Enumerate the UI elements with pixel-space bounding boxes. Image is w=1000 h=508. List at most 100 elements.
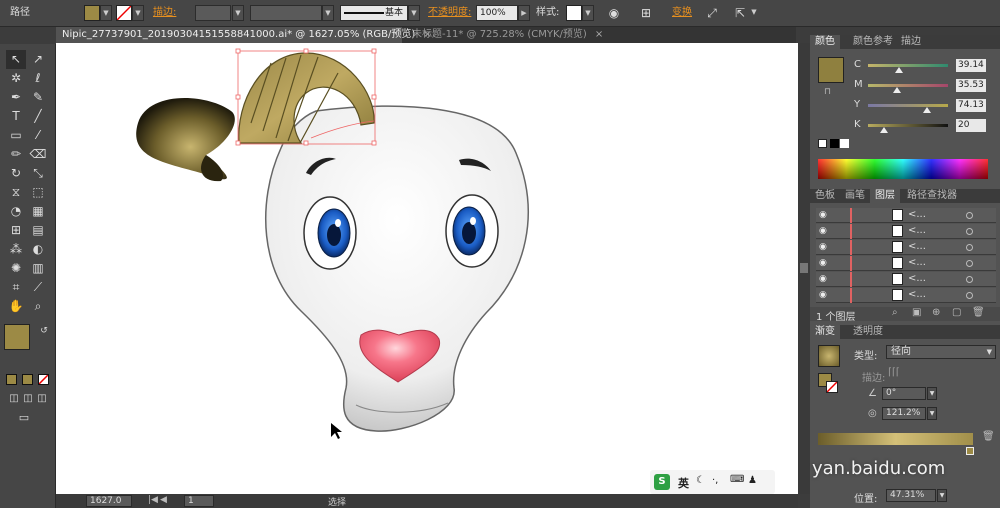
layer-row[interactable]: ◉ <... (816, 240, 996, 255)
perspective-grid-tool-icon[interactable]: ▦ (28, 202, 48, 221)
gradient-slider[interactable] (818, 433, 973, 445)
eye-icon[interactable]: ◉ (819, 258, 827, 268)
cyan-value[interactable]: 39.14 (956, 59, 986, 72)
symbol-sprayer-tool-icon[interactable]: ✺ (6, 259, 26, 278)
color-mode-button[interactable] (6, 374, 17, 385)
tab-brushes[interactable]: 画笔 (840, 189, 870, 203)
magenta-slider-handle[interactable] (892, 87, 901, 93)
pen-tool-icon[interactable]: ✒ (6, 88, 26, 107)
goat-head[interactable] (265, 105, 529, 432)
tab-pathfinder[interactable]: 路径查找器 (902, 189, 962, 203)
rotate-tool-icon[interactable]: ↻ (6, 164, 26, 183)
opacity-arrow[interactable]: ▶ (518, 5, 530, 21)
moon-icon[interactable]: ☾ (696, 475, 705, 486)
gradient-stroke-chip[interactable] (826, 381, 838, 393)
artboard-tool-icon[interactable]: ⌗ (6, 278, 26, 297)
gradient-stop[interactable] (966, 447, 974, 455)
stroke-gradient-options-icon[interactable]: ⌈⌈⌈ (888, 367, 900, 378)
hand-tool-icon[interactable]: ✋ (6, 297, 26, 316)
stroke-label[interactable]: 描边: (153, 5, 176, 21)
vertical-scroll-thumb[interactable] (800, 263, 808, 273)
zoom-tool-icon[interactable]: ⌕ (28, 297, 48, 316)
magenta-value[interactable]: 35.53 (956, 79, 986, 92)
tab-color[interactable]: 颜色 (810, 35, 840, 49)
page-field[interactable]: 1 (184, 495, 214, 507)
type-tool-icon[interactable]: T (6, 107, 26, 126)
stroke-swatch[interactable] (116, 5, 132, 21)
screen-mode-icon[interactable]: ▭ (14, 408, 34, 427)
yellow-slider[interactable] (868, 104, 948, 113)
ime-language-toggle[interactable]: 英 (678, 475, 689, 491)
delete-layer-icon[interactable]: 🗑 (972, 307, 985, 318)
first-page-icon[interactable]: |◀ (148, 495, 158, 505)
tab-layers[interactable]: 图层 (870, 189, 900, 203)
fill-swatch[interactable] (84, 5, 100, 21)
align-icon[interactable]: ⊞ (638, 5, 654, 21)
position-field[interactable]: 47.31% (886, 489, 936, 502)
tab-untitled-11[interactable]: 未标题-11* @ 725.28% (CMYK/预览) × (406, 27, 606, 43)
brush-style-arrow[interactable]: ▼ (408, 5, 420, 21)
keyboard-icon[interactable]: ⌨ (730, 474, 744, 485)
line-tool-icon[interactable]: ╱ (28, 107, 48, 126)
gradient-mode-button[interactable] (22, 374, 33, 385)
black-slider-handle[interactable] (880, 127, 888, 133)
ime-toolbar[interactable]: S 英 ☾ ·, ⌨ ♟ (650, 470, 775, 494)
gradient-thumbnail[interactable] (818, 345, 840, 367)
eye-icon[interactable]: ◉ (819, 274, 827, 284)
draw-inside-icon[interactable]: ◫ (32, 389, 52, 408)
target-icon[interactable] (966, 292, 973, 299)
free-transform-tool-icon[interactable]: ⬚ (28, 183, 48, 202)
tab-stroke[interactable]: 描边 (896, 35, 926, 49)
pencil-tool-icon[interactable]: ✏ (6, 145, 26, 164)
graphic-style-arrow[interactable]: ▼ (582, 5, 594, 21)
tab-transparency[interactable]: 透明度 (848, 325, 888, 339)
delete-stop-icon[interactable]: 🗑 (982, 431, 995, 442)
lasso-tool-icon[interactable]: ℓ (28, 69, 48, 88)
tab-gradient[interactable]: 渐变 (810, 325, 840, 339)
black-slider-row[interactable]: K 20 (816, 119, 996, 133)
slice-tool-icon[interactable]: ⟋ (28, 278, 48, 297)
layer-row[interactable]: ◉ <... (816, 224, 996, 239)
eye-icon[interactable]: ◉ (819, 226, 827, 236)
none-mode-button[interactable] (38, 374, 49, 385)
opacity-field[interactable]: 100% (476, 5, 518, 21)
layer-row[interactable]: ◉ <... (816, 272, 996, 287)
stroke-weight-field[interactable] (195, 5, 231, 21)
tab-color-guide[interactable]: 颜色参考 (848, 35, 898, 49)
gradient-tool-icon[interactable]: ▤ (28, 221, 48, 240)
scale-tool-icon[interactable]: ⤡ (28, 164, 48, 183)
direct-selection-tool-icon[interactable]: ↗ (28, 50, 48, 69)
eye-icon[interactable]: ◉ (819, 210, 827, 220)
magenta-slider-row[interactable]: M 35.53 (816, 79, 996, 93)
black-color-chip[interactable] (830, 139, 839, 148)
prev-page-icon[interactable]: ◀ (160, 495, 167, 505)
position-dropdown-arrow[interactable]: ▼ (937, 489, 947, 502)
cyan-slider-row[interactable]: C 39.14 (816, 59, 996, 73)
panel-menu-arrow[interactable]: ▼ (748, 5, 760, 21)
gradient-type-select[interactable]: 径向 ▼ (886, 345, 996, 359)
width-tool-icon[interactable]: ⧖ (6, 183, 26, 202)
mesh-tool-icon[interactable]: ⊞ (6, 221, 26, 240)
yellow-slider-handle[interactable] (923, 107, 932, 113)
fill-dropdown-arrow[interactable]: ▼ (100, 5, 112, 21)
opacity-label[interactable]: 不透明度: (428, 5, 471, 21)
tab-nipic-document[interactable]: Nipic_27737901_20190304151558841000.ai* … (56, 27, 432, 43)
left-horn[interactable] (136, 98, 235, 180)
target-icon[interactable] (966, 212, 973, 219)
transform-link[interactable]: 变换 (672, 5, 692, 21)
cyan-slider[interactable] (868, 64, 948, 73)
magic-wand-tool-icon[interactable]: ✲ (6, 69, 26, 88)
layer-row[interactable]: ◉ <... (816, 256, 996, 271)
close-icon[interactable]: × (595, 29, 603, 40)
clipping-mask-icon[interactable]: ▣ (912, 307, 921, 318)
none-color-chip[interactable] (818, 139, 827, 148)
arrange-icon[interactable]: ⇱ (732, 5, 748, 21)
gradient-angle-field[interactable]: 0° (882, 387, 926, 400)
stroke-dropdown-arrow[interactable]: ▼ (132, 5, 144, 21)
fill-color-swatch[interactable] (4, 324, 30, 350)
white-color-chip[interactable] (840, 139, 849, 148)
locate-object-icon[interactable]: ⌕ (892, 307, 898, 318)
angle-dropdown-arrow[interactable]: ▼ (927, 387, 937, 400)
ratio-dropdown-arrow[interactable]: ▼ (927, 407, 937, 420)
user-icon[interactable]: ♟ (748, 475, 757, 486)
